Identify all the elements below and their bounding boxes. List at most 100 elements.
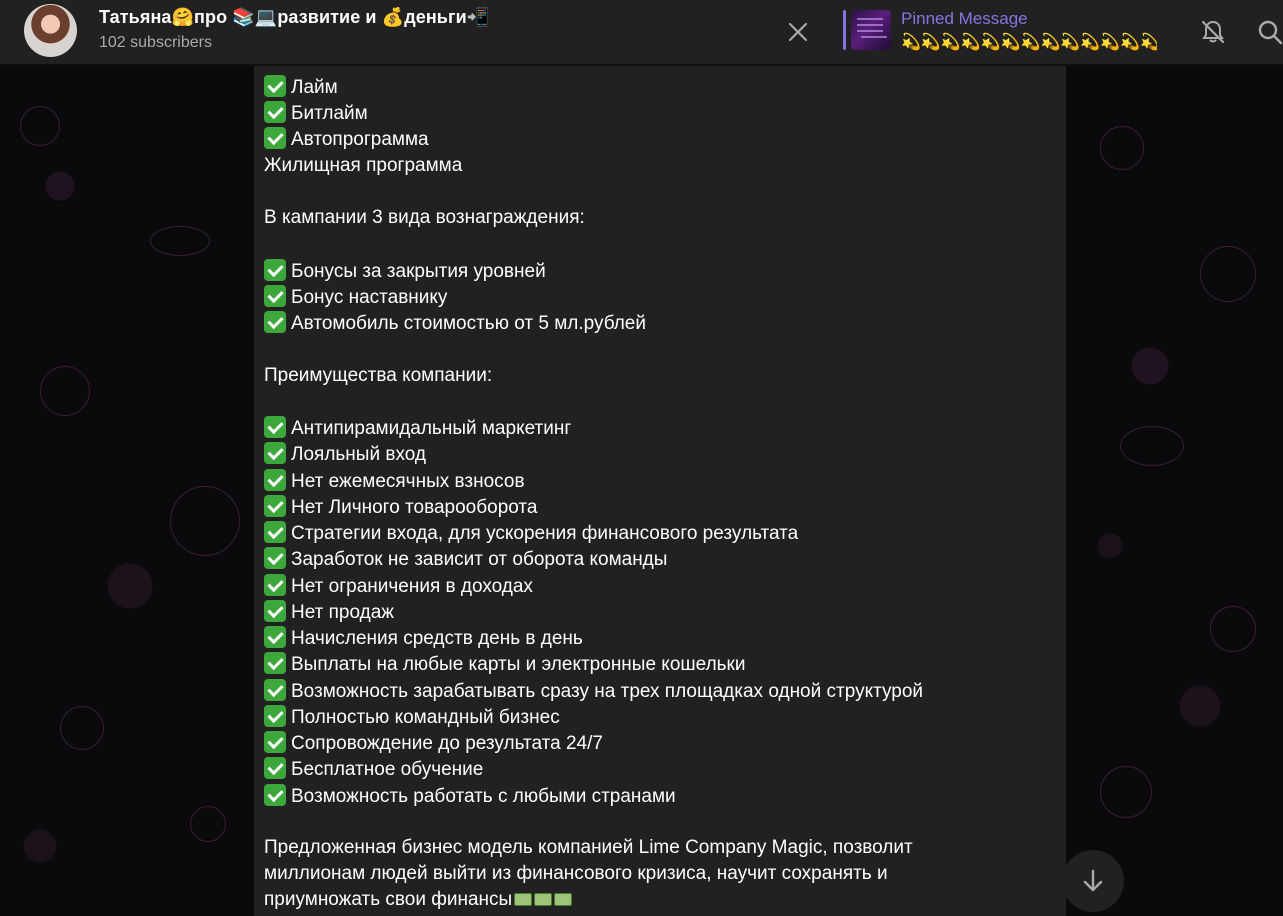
check-mark-icon (264, 574, 286, 596)
message-line: Бонус наставнику (264, 285, 447, 310)
message-line: Автомобиль стоимостью от 5 мл.рублей (264, 311, 646, 336)
pinned-message[interactable]: Pinned Message 💫💫💫💫💫💫💫💫💫💫💫💫💫... (843, 8, 1173, 52)
background-doodle (40, 366, 90, 416)
bell-off-icon (1201, 20, 1225, 44)
message-text: Бонус наставнику (291, 287, 448, 308)
message-text: Антипирамидальный маркетинг (291, 418, 572, 439)
message-text: Начисления средств день в день (291, 628, 583, 649)
check-mark-icon (264, 495, 286, 517)
message-text: Возможность зарабатывать сразу на трех п… (291, 681, 924, 702)
check-mark-icon (264, 547, 286, 569)
background-doodle (1100, 766, 1152, 818)
message-line: приумножать свои финансы (264, 888, 573, 912)
check-mark-icon (264, 521, 286, 543)
background-doodle (20, 106, 60, 146)
check-mark-icon (264, 127, 286, 149)
money-icon (514, 893, 533, 906)
pinned-thumbnail (851, 10, 891, 50)
background-doodle (60, 706, 104, 750)
check-mark-icon (264, 679, 286, 701)
message-line: Нет продаж (264, 600, 394, 625)
message-line: Нет ограничения в доходах (264, 574, 533, 599)
message-line: Антипирамидальный маркетинг (264, 416, 571, 441)
message-text: приумножать свои финансы (264, 889, 513, 910)
message-line: Нет ежемесячных взносов (264, 469, 525, 494)
message-text: Битлайм (291, 103, 368, 124)
message-text: Лайм (291, 77, 338, 98)
pinned-text: 💫💫💫💫💫💫💫💫💫💫💫💫💫... (901, 34, 1157, 51)
message-line: Лояльный вход (264, 442, 426, 467)
message-text: Полностью командный бизнес (291, 707, 560, 728)
check-mark-icon (264, 416, 286, 438)
background-doodle (170, 486, 240, 556)
message-bubble: Лайм Битлайм Автопрограмма Жилищная прог… (254, 66, 1066, 916)
background-doodle (190, 806, 226, 842)
mute-button[interactable] (1193, 12, 1233, 52)
check-mark-icon (264, 731, 286, 753)
channel-title[interactable]: Татьяна🤗про 📚💻развитие и 💰деньги📲 (99, 7, 489, 28)
check-mark-icon (264, 600, 286, 622)
background-doodle (1120, 426, 1184, 466)
message-line: Предложенная бизнес модель компанией Lim… (264, 836, 913, 860)
message-line: Нет Личного товарооборота (264, 495, 537, 520)
message-line: миллионам людей выйти из финансового кри… (264, 862, 888, 886)
background-doodle (1100, 126, 1144, 170)
message-text: Стратегии входа, для ускорения финансово… (291, 523, 799, 544)
channel-avatar[interactable] (24, 4, 77, 57)
check-mark-icon (264, 259, 286, 281)
message-text: В кампании 3 вида вознаграждения: (264, 207, 585, 228)
message-text: Нет продаж (291, 602, 395, 623)
background-doodle (1210, 606, 1256, 652)
message-text: Нет ежемесячных взносов (291, 471, 525, 492)
search-button[interactable] (1250, 12, 1283, 52)
message-text: Жилищная программа (264, 155, 463, 176)
close-pinned-button[interactable] (780, 14, 816, 50)
check-mark-icon (264, 311, 286, 333)
message-line: Возможность работать с любыми странами (264, 784, 676, 809)
message-line: Бесплатное обучение (264, 757, 483, 782)
message-line: В кампании 3 вида вознаграждения: (264, 206, 585, 230)
message-text: Заработок не зависит от оборота команды (291, 549, 668, 570)
message-line: Полностью командный бизнес (264, 705, 560, 730)
check-mark-icon (264, 757, 286, 779)
message-line: Преимущества компании: (264, 364, 492, 388)
message-line: Начисления средств день в день (264, 626, 583, 651)
check-mark-icon (264, 442, 286, 464)
message-line: Выплаты на любые карты и электронные кош… (264, 652, 746, 677)
arrow-down-icon (1083, 869, 1103, 892)
message-line: Лайм (264, 75, 338, 100)
money-icon (554, 893, 573, 906)
message-text: Нет ограничения в доходах (291, 576, 533, 597)
subscriber-count: 102 subscribers (99, 34, 212, 51)
check-mark-icon (264, 652, 286, 674)
message-text: Выплаты на любые карты и электронные кош… (291, 654, 746, 675)
message-text: Возможность работать с любыми странами (291, 786, 676, 807)
check-mark-icon (264, 285, 286, 307)
check-mark-icon (264, 101, 286, 123)
message-line: Бонусы за закрытия уровней (264, 259, 546, 284)
message-text: Бонусы за закрытия уровней (291, 261, 546, 282)
pinned-indicator (843, 10, 846, 50)
background-doodle (1200, 246, 1256, 302)
message-text: Сопровождение до результата 24/7 (291, 733, 603, 754)
check-mark-icon (264, 75, 286, 97)
message-text: Автомобиль стоимостью от 5 мл.рублей (291, 313, 646, 334)
check-mark-icon (264, 705, 286, 727)
pinned-label: Pinned Message (901, 9, 1028, 28)
message-line: Автопрограмма (264, 127, 429, 152)
chat-header: Татьяна🤗про 📚💻развитие и 💰деньги📲 102 su… (0, 0, 1283, 65)
message-text: Предложенная бизнес модель компанией Lim… (264, 837, 913, 858)
message-line: Стратегии входа, для ускорения финансово… (264, 521, 798, 546)
money-icon (534, 893, 553, 906)
message-line: Возможность зарабатывать сразу на трех п… (264, 679, 923, 704)
message-text: Автопрограмма (291, 129, 429, 150)
search-icon (1258, 20, 1283, 45)
check-mark-icon (264, 626, 286, 648)
message-line: Заработок не зависит от оборота команды (264, 547, 667, 572)
message-text: миллионам людей выйти из финансового кри… (264, 863, 888, 884)
check-mark-icon (264, 469, 286, 491)
message-text: Преимущества компании: (264, 365, 493, 386)
scroll-to-bottom-button[interactable] (1062, 850, 1124, 912)
message-text: Нет Личного товарооборота (291, 497, 538, 518)
background-doodle (150, 226, 210, 256)
